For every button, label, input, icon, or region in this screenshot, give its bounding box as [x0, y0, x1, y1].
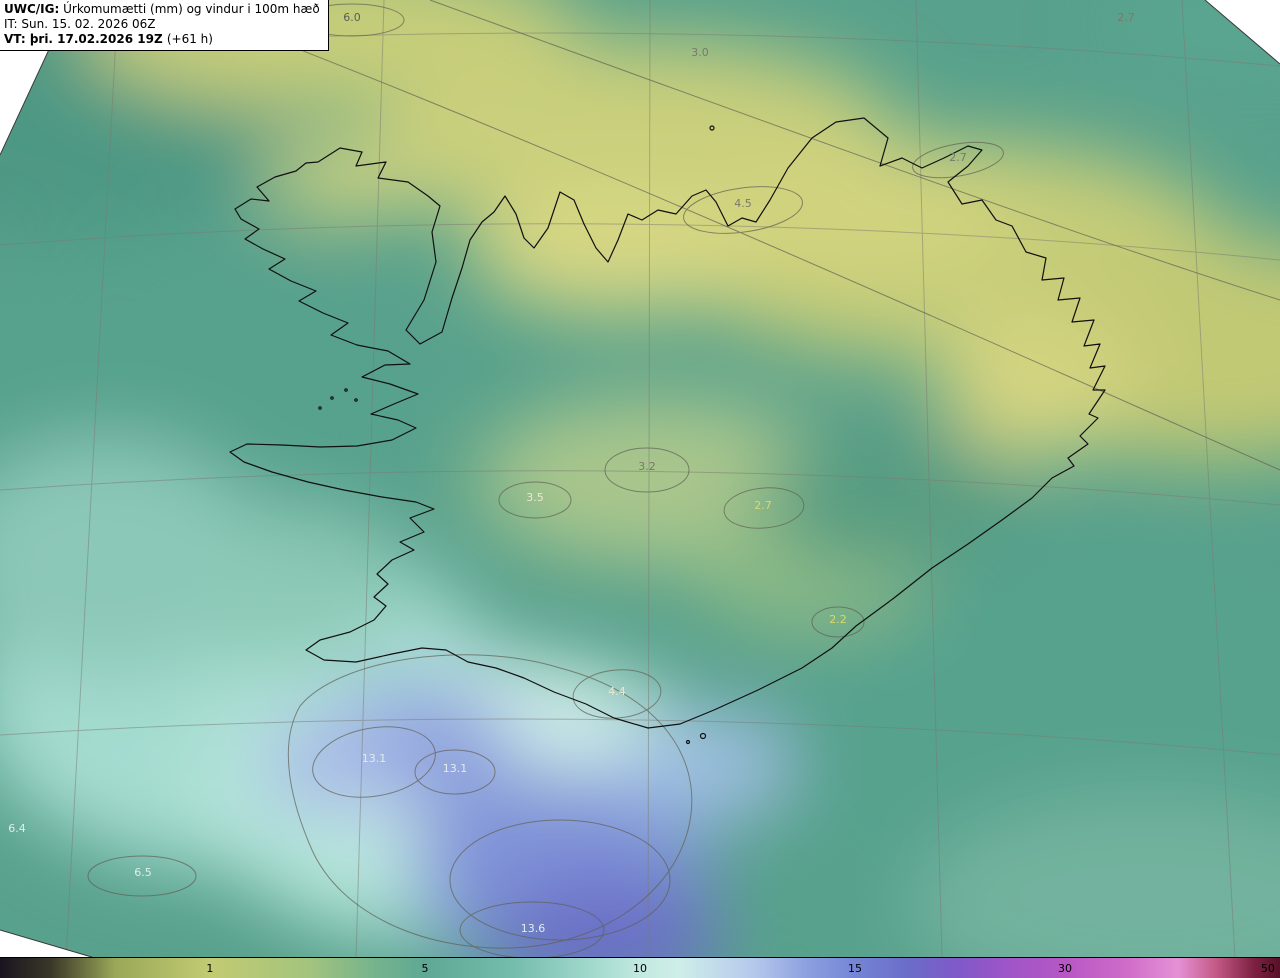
init-label: IT: [4, 17, 18, 31]
precip-value-label: 2.7 [949, 151, 967, 164]
precip-colorbar: 1 5 10 15 30 50 [0, 957, 1280, 978]
map-title-text: Úrkomumætti (mm) og vindur i 100m hæð [63, 2, 320, 16]
precip-value-label: 2.7 [1117, 11, 1135, 24]
colorbar-tick: 10 [633, 962, 647, 975]
colorbar-tick: 15 [848, 962, 863, 975]
precip-value-label: 13.1 [443, 762, 468, 775]
precip-value-label: 6.5 [134, 866, 152, 879]
init-time-line: IT: Sun. 15. 02. 2026 06Z [4, 17, 320, 32]
precip-value-label: 3.0 [691, 46, 709, 59]
colorbar-tick: 30 [1057, 962, 1072, 975]
map-title-line: UWC/IG: Úrkomumætti (mm) og vindur i 100… [4, 2, 320, 17]
precip-value-label: 13.6 [521, 922, 546, 935]
valid-value: þri. 17.02.2026 19Z [29, 32, 163, 46]
weather-map: 6.0 3.0 2.7 2.7 4.5 3.2 3.5 2.7 2.2 4.4 … [0, 0, 1280, 958]
valid-label: VT: [4, 32, 26, 46]
precip-value-label: 6.4 [8, 822, 26, 835]
colorbar-tick: 5 [421, 962, 429, 975]
valid-time-line: VT: þri. 17.02.2026 19Z (+61 h) [4, 32, 320, 47]
precip-value-label: 3.5 [526, 491, 544, 504]
init-value: Sun. 15. 02. 2026 06Z [21, 17, 156, 31]
colorbar-tick: 50 [1260, 962, 1275, 975]
precip-value-label: 3.2 [638, 460, 656, 473]
precip-value-label: 6.0 [343, 11, 361, 24]
precip-value-label: 13.1 [362, 752, 387, 765]
precip-value-label: 2.2 [829, 613, 847, 626]
wind-barbs-layer [0, 0, 1280, 958]
precip-value-label: 4.5 [734, 197, 752, 210]
colorbar-tick: 1 [206, 962, 214, 975]
map-title-box: UWC/IG: Úrkomumætti (mm) og vindur i 100… [0, 0, 329, 51]
weather-map-page: 6.0 3.0 2.7 2.7 4.5 3.2 3.5 2.7 2.2 4.4 … [0, 0, 1280, 978]
valid-offset: (+61 h) [166, 32, 213, 46]
precip-value-label: 2.7 [754, 499, 772, 512]
model-label: UWC/IG: [4, 2, 60, 16]
precip-value-label: 4.4 [608, 685, 626, 698]
